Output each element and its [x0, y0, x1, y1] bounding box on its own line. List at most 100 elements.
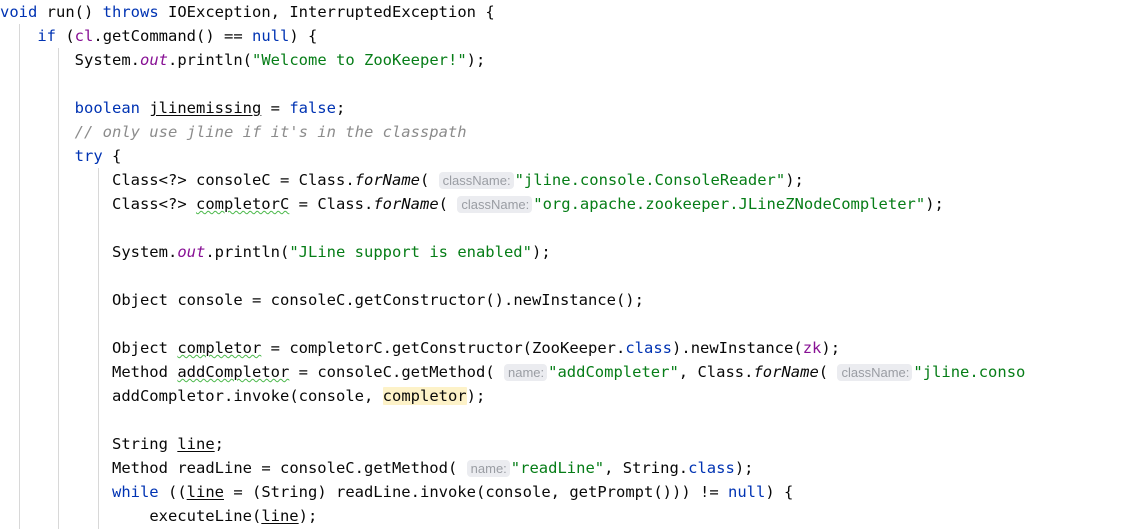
token-keyword-null: null [727, 483, 766, 501]
code-line: System.out.println("JLine support is ena… [0, 240, 1130, 264]
code-line: executeLine(line); [0, 504, 1130, 528]
token-variable-completorc: completorC [289, 339, 383, 357]
token-punct: { [102, 147, 122, 165]
token-variable-console: console [485, 483, 551, 501]
token-punct: ); [466, 387, 486, 405]
token-punct: ; [335, 99, 346, 117]
code-editor[interactable]: void run() throws IOException, Interrupt… [0, 0, 1130, 529]
code-line: String line; [0, 432, 1130, 456]
token-type-object: Object [111, 339, 168, 357]
token-punct: ); [925, 195, 944, 213]
token-punct: ( [485, 363, 504, 381]
token-method-forname: forName [373, 195, 439, 213]
token-keyword-null: null [252, 27, 290, 45]
token-punct: ( [289, 387, 299, 405]
token-punct: = [289, 195, 318, 213]
code-content[interactable]: void run() throws IOException, Interrupt… [0, 0, 1130, 529]
token-comment: // only use jline if it's in the classpa… [74, 123, 467, 141]
token-method-executeline: executeLine [149, 507, 252, 525]
token-method-println: println [177, 51, 243, 69]
token-punct: ( [56, 27, 75, 45]
code-line: try { [0, 144, 1130, 168]
token-punct: , [270, 3, 290, 21]
param-hint-classname: className: [457, 196, 533, 213]
param-hint-classname: className: [837, 364, 913, 381]
token-method-getcommand: getCommand [102, 27, 197, 45]
token-variable-consolec: consoleC [195, 171, 271, 189]
param-hint-name: name: [503, 364, 548, 381]
token-variable-consolec: consoleC [317, 363, 392, 381]
token-type-ioexception: IOException [168, 3, 271, 21]
token-punct: ) { [289, 27, 318, 45]
code-line: boolean jlinemissing = false; [0, 96, 1130, 120]
token-punct: . [223, 387, 234, 405]
token-punct: (( [158, 483, 187, 501]
code-line: // only use jline if it's in the classpa… [0, 120, 1130, 144]
token-variable-line: line [261, 507, 299, 525]
token-string-readline: "readLine" [510, 459, 605, 477]
token-punct: ( [251, 507, 262, 525]
token-type-interruptedexception: InterruptedException [289, 3, 476, 21]
token-punct: ( [818, 363, 838, 381]
token-method-newinstance: newInstance [690, 339, 794, 357]
token-punct: = [242, 291, 271, 309]
token-punct: ); [466, 51, 486, 69]
token-variable-completorc: completorC [195, 195, 290, 213]
token-punct: = [261, 99, 290, 117]
token-punct: ); [531, 243, 551, 261]
token-punct: . [616, 339, 626, 357]
token-punct: = [251, 459, 280, 477]
token-string-znodecompleter: "org.apache.zookeeper.JLineZNodeComplete… [533, 195, 926, 213]
token-punct: ); [298, 507, 318, 525]
token-string-jlinesupport: "JLine support is enabled" [289, 243, 532, 261]
token-punct: () [74, 3, 103, 21]
token-type-system: System [74, 51, 131, 69]
token-punct: , [678, 363, 698, 381]
token-variable-readline: readLine [335, 483, 411, 501]
token-keyword-if: if [37, 27, 56, 45]
token-keyword-throws: throws [102, 3, 159, 21]
token-method-getconstructor: getConstructor [392, 339, 523, 357]
token-method-println: println [214, 243, 280, 261]
token-method-getmethod: getMethod [363, 459, 448, 477]
token-punct: ); [821, 339, 841, 357]
token-punct: (); [615, 291, 644, 309]
token-method-forname: forName [354, 171, 420, 189]
token-method-invoke: invoke [419, 483, 476, 501]
token-field-out: out [140, 51, 168, 69]
token-field-cl: cl [74, 27, 94, 45]
code-line: void run() throws IOException, Interrupt… [0, 0, 1130, 24]
token-type-string: String [111, 435, 168, 453]
token-method-getmethod: getMethod [401, 363, 486, 381]
token-punct: . [130, 51, 140, 69]
token-method-newinstance: newInstance [513, 291, 616, 309]
token-punct: = [261, 339, 290, 357]
token-type-zookeeper: ZooKeeper [532, 339, 616, 357]
token-punct: = [270, 171, 299, 189]
token-keyword-false: false [289, 99, 336, 117]
token-punct: . [391, 363, 402, 381]
token-punct: (). [485, 291, 514, 309]
token-punct: ( [280, 243, 290, 261]
token-type-class: Class [697, 363, 745, 381]
token-variable-readline: readLine [177, 459, 252, 477]
token-punct: ( [242, 51, 253, 69]
token-punct: ( [419, 171, 439, 189]
token-variable-consolec: consoleC [279, 459, 355, 477]
token-keyword-class: class [625, 339, 673, 357]
token-variable-jlinemissing: jlinemissing [149, 99, 262, 117]
token-punct: () == [196, 27, 253, 45]
token-punct: , [604, 459, 623, 477]
